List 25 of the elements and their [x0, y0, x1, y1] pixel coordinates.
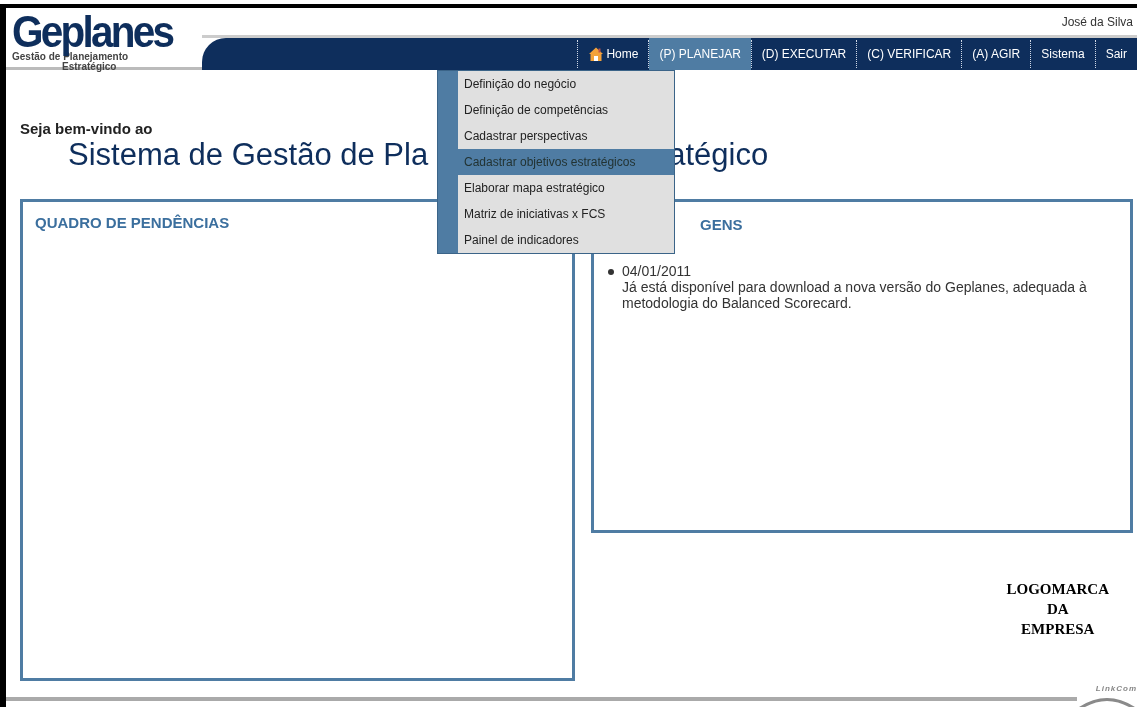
menu-item[interactable]: Definição do negócio	[458, 71, 674, 97]
menu-item[interactable]: Elaborar mapa estratégico	[458, 175, 674, 201]
menu-item[interactable]: Matriz de iniciativas x FCS	[458, 201, 674, 227]
footer-brand: LinkCom	[1095, 684, 1137, 693]
system-title: Sistema de Gestão de Pla	[68, 137, 429, 173]
menu-item[interactable]: Painel de indicadores	[458, 227, 674, 253]
nav-item[interactable]: (D) EXECUTAR	[751, 38, 857, 70]
news-date: 04/01/2011	[622, 263, 693, 279]
nav-item[interactable]: Sair	[1095, 38, 1137, 70]
nav-item[interactable]: (A) AGIR	[962, 38, 1031, 70]
panel-title: GENS	[700, 216, 743, 233]
logo-subtitle: Estratégico	[61, 62, 117, 72]
nav-item[interactable]: Home	[578, 38, 649, 70]
welcome-text: Seja bem-vindo ao	[20, 120, 153, 137]
news-text: Já está disponível para download a nova versão do Geplanes, adequada à metodologia do Balanced Scorecard.	[622, 279, 1088, 311]
panel-title: QUADRO DE PENDÊNCIAS	[35, 214, 230, 231]
nav-item[interactable]: (C) VERIFICAR	[857, 38, 962, 70]
bullet-icon	[608, 269, 614, 275]
company-logo-text: LOGOMARCA DA EMPRESA	[1006, 580, 1109, 639]
menu-item[interactable]: Cadastrar perspectivas	[458, 123, 674, 149]
menu-item[interactable]: Definição de competências	[458, 97, 674, 123]
user-name: José da Silva	[1061, 14, 1134, 29]
nav-item[interactable]: Sistema	[1031, 38, 1095, 70]
nav-item[interactable]: (P) PLANEJAR	[649, 38, 751, 70]
house-icon	[588, 46, 605, 62]
